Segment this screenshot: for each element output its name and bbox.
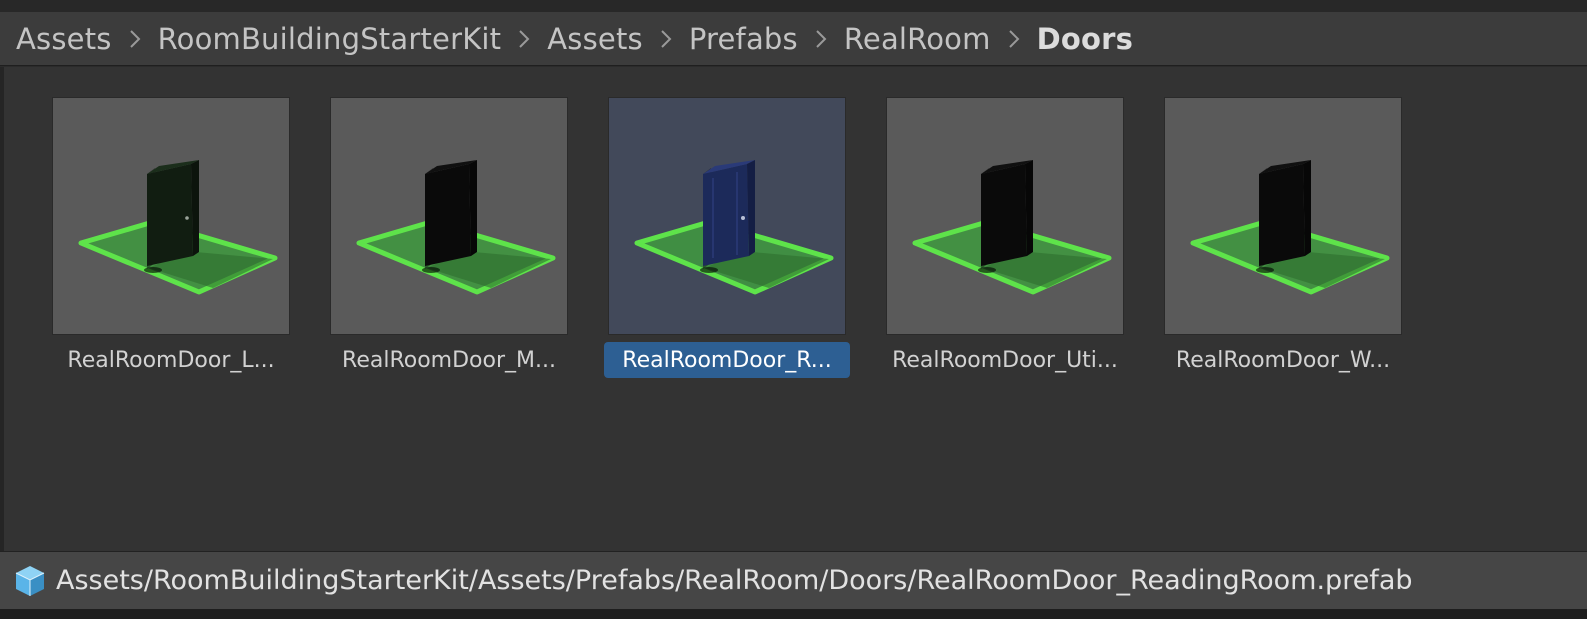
breadcrumb-assets[interactable]: Assets (16, 22, 112, 56)
prefab-thumbnail (1164, 97, 1402, 335)
door-prefab-preview-icon (356, 160, 556, 295)
breadcrumb: Assets RoomBuildingStarterKit Assets Pre… (0, 12, 1587, 66)
prefab-thumbnail (330, 97, 568, 335)
breadcrumb-prefabs[interactable]: Prefabs (689, 22, 798, 56)
chevron-right-icon (112, 12, 158, 66)
asset-item-realroomdoor-w[interactable]: RealRoomDoor_W... (1160, 97, 1406, 387)
asset-item-realroomdoor-r[interactable]: RealRoomDoor_R... (604, 97, 850, 387)
asset-label: RealRoomDoor_M... (342, 347, 556, 373)
selected-asset-path: Assets/RoomBuildingStarterKit/Assets/Pre… (56, 565, 1413, 596)
prefab-thumbnail (886, 97, 1124, 335)
asset-grid: RealRoomDoor_L... RealRoomDoor_M... Real… (0, 67, 1587, 551)
prefab-thumbnail (52, 97, 290, 335)
chevron-right-icon (798, 12, 844, 66)
asset-label: RealRoomDoor_W... (1175, 347, 1391, 373)
chevron-right-icon (643, 12, 689, 66)
window-bottom-strip (0, 609, 1587, 619)
asset-item-realroomdoor-uti[interactable]: RealRoomDoor_Uti... (882, 97, 1128, 387)
breadcrumb-roombuildingstarterkit[interactable]: RoomBuildingStarterKit (158, 22, 502, 56)
window-top-strip (0, 0, 1587, 12)
status-bar: Assets/RoomBuildingStarterKit/Assets/Pre… (0, 551, 1587, 609)
asset-label: RealRoomDoor_Uti... (892, 347, 1118, 373)
chevron-right-icon (991, 12, 1037, 66)
prefab-thumbnail (608, 97, 846, 335)
chevron-right-icon (501, 12, 547, 66)
asset-item-realroomdoor-l[interactable]: RealRoomDoor_L... (48, 97, 294, 387)
prefab-cube-icon (15, 565, 45, 596)
door-prefab-preview-icon (78, 160, 278, 295)
breadcrumb-realroom[interactable]: RealRoom (844, 22, 991, 56)
asset-label: RealRoomDoor_L... (67, 347, 275, 373)
door-prefab-preview-icon (912, 160, 1112, 295)
asset-label: RealRoomDoor_R... (604, 342, 850, 378)
breadcrumb-assets-2[interactable]: Assets (547, 22, 643, 56)
door-prefab-preview-icon (1190, 160, 1390, 295)
asset-item-realroomdoor-m[interactable]: RealRoomDoor_M... (326, 97, 572, 387)
door-prefab-preview-icon (634, 160, 834, 295)
breadcrumb-doors[interactable]: Doors (1037, 22, 1133, 56)
